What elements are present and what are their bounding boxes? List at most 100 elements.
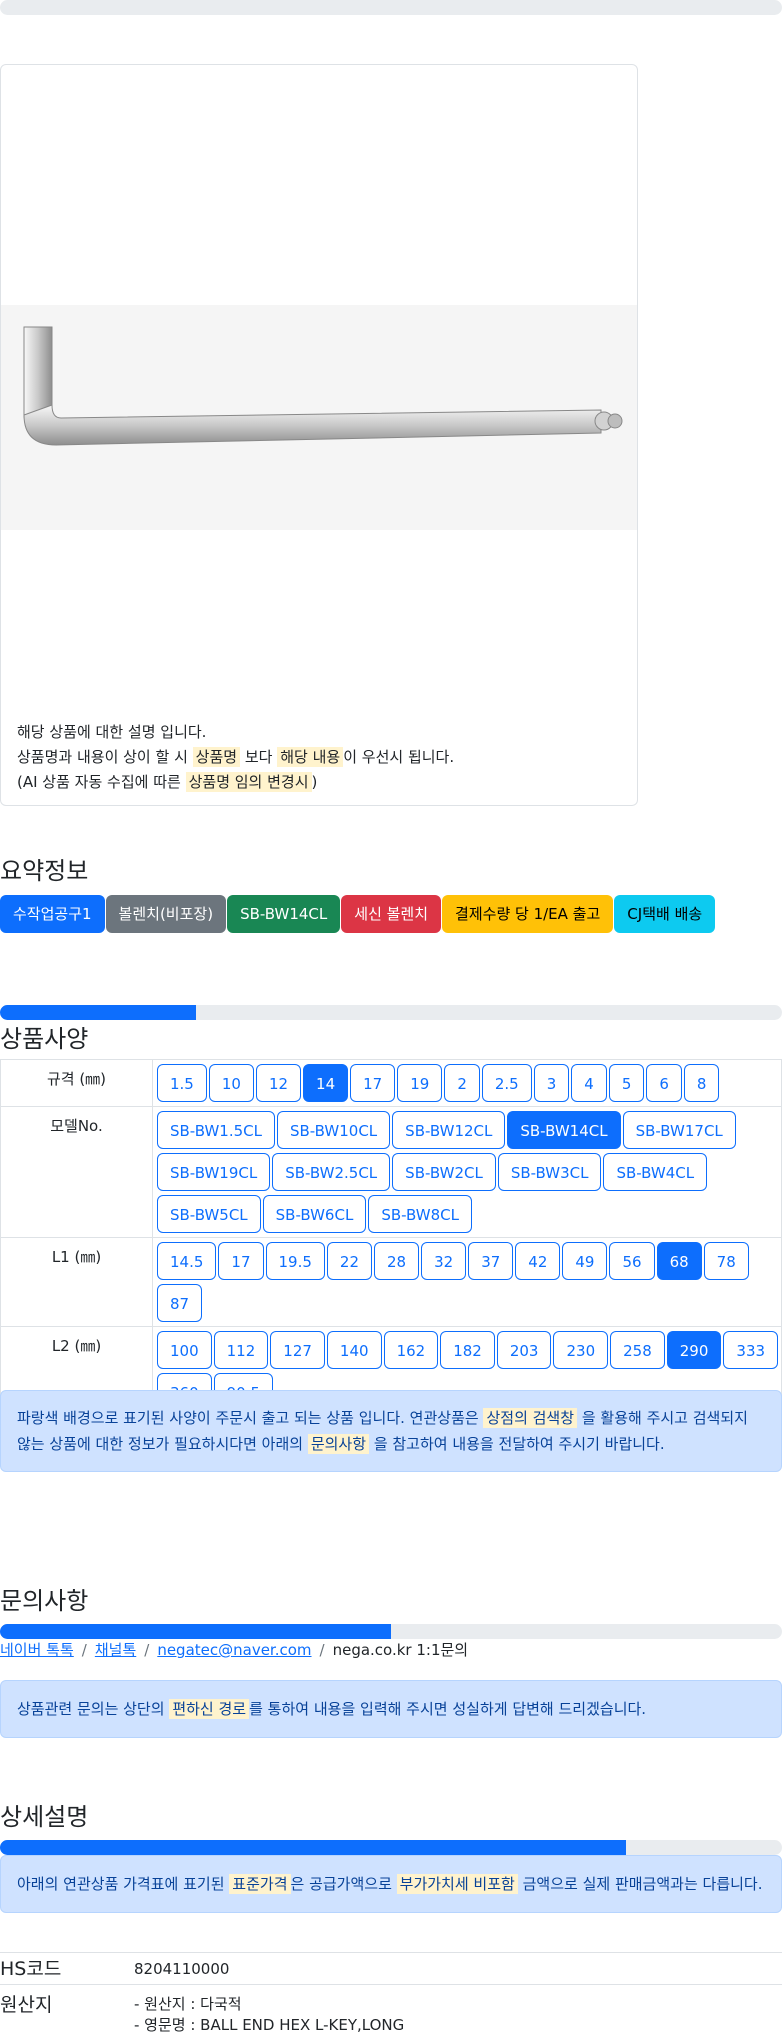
summary-badge: 세신 볼렌치 xyxy=(341,895,442,933)
spec-option-button[interactable]: 42 xyxy=(515,1242,561,1280)
detail-title: 상세설명 xyxy=(0,1803,89,1831)
highlight-inquiry: 문의사항 xyxy=(307,1434,370,1454)
highlight-product-name: 상품명 xyxy=(192,747,241,767)
spec-option-button[interactable]: 49 xyxy=(562,1242,608,1280)
spec-option-button[interactable]: 290 xyxy=(666,1331,722,1369)
summary-title: 요약정보 xyxy=(0,857,89,885)
summary-badge: CJ택배 배송 xyxy=(614,895,716,933)
spec-option-button[interactable]: 3 xyxy=(533,1064,570,1102)
spec-notice: 파랑색 배경으로 표기된 사양이 주문시 출고 되는 상품 입니다. 연관상품은… xyxy=(0,1390,782,1472)
origin-english-name: - 영문명 : BALL END HEX L-KEY,LONG xyxy=(134,2016,405,2034)
spec-option-button[interactable]: SB-BW12CL xyxy=(392,1111,506,1149)
spec-row: L1 (㎜) 14.5 17 19.5 22 28 32 37 42 49 56 68 78 87 xyxy=(0,1237,782,1327)
highlight-convenient-route: 편하신 경로 xyxy=(169,1699,250,1719)
spec-row-options: 14.5 17 19.5 22 28 32 37 42 49 56 68 78 87 xyxy=(152,1237,782,1327)
spec-progress-bar xyxy=(0,1005,782,1020)
spec-option-button[interactable]: 100 xyxy=(157,1331,212,1369)
inquiry-progress-fill xyxy=(0,1624,391,1639)
spec-option-button[interactable]: 17 xyxy=(218,1242,264,1280)
spec-option-button[interactable]: 2 xyxy=(444,1064,480,1102)
spec-option-button[interactable]: SB-BW6CL xyxy=(262,1195,367,1233)
spec-row-label: 규격 (㎜) xyxy=(0,1059,153,1107)
spec-option-button[interactable]: 12 xyxy=(255,1064,302,1102)
highlight-name-change: 상품명 임의 변경시 xyxy=(185,772,312,792)
origin-row: 원산지 - 원산지 : 다국적 - 영문명 : BALL END HEX L-K… xyxy=(0,1984,782,2037)
spec-option-button[interactable]: SB-BW4CL xyxy=(603,1153,708,1191)
spec-option-button[interactable]: 127 xyxy=(270,1331,325,1369)
summary-badge: SB-BW14CL xyxy=(227,895,341,933)
spec-option-button[interactable]: 37 xyxy=(468,1242,514,1280)
spec-option-button[interactable]: SB-BW3CL xyxy=(497,1153,602,1191)
spec-option-button[interactable]: SB-BW1.5CL xyxy=(157,1111,275,1149)
spec-option-button[interactable]: 68 xyxy=(656,1242,702,1280)
spec-table: 규격 (㎜) 1.5 10 12 14 17 19 2 2.5 3 4 5 6 8 모델No. SB-BW1.… xyxy=(0,1059,782,1416)
origin-values: - 원산지 : 다국적 - 영문명 : BALL END HEX L-KEY,L… xyxy=(134,1994,404,2036)
spec-option-button[interactable]: 19.5 xyxy=(265,1242,325,1280)
website-inquiry: nega.co.kr 1:1문의 xyxy=(332,1641,469,1659)
hs-code-label: HS코드 xyxy=(0,1958,62,1980)
detail-progress-bar xyxy=(0,1840,782,1855)
spec-option-button[interactable]: SB-BW17CL xyxy=(622,1111,736,1149)
spec-option-button[interactable]: 230 xyxy=(553,1331,609,1369)
spec-option-button[interactable]: 140 xyxy=(326,1331,382,1369)
spec-row-label: 모델No. xyxy=(0,1106,153,1238)
highlight-content: 해당 내용 xyxy=(277,747,344,767)
inquiry-title: 문의사항 xyxy=(0,1587,89,1615)
naver-talk-link[interactable]: 네이버 톡톡 xyxy=(0,1641,74,1659)
spec-row-options: SB-BW1.5CL SB-BW10CL SB-BW12CL SB-BW14CL SB-… xyxy=(152,1106,782,1238)
spec-option-button[interactable]: SB-BW5CL xyxy=(157,1195,261,1233)
top-divider-bar xyxy=(0,0,782,15)
spec-option-button[interactable]: 14 xyxy=(303,1064,349,1102)
origin-label: 원산지 xyxy=(0,1994,53,2016)
spec-option-button[interactable]: SB-BW19CL xyxy=(157,1153,271,1191)
spec-option-button[interactable]: 162 xyxy=(383,1331,439,1369)
spec-option-button[interactable]: SB-BW14CL xyxy=(507,1111,621,1149)
spec-option-button[interactable]: 22 xyxy=(326,1242,372,1280)
inquiry-notice: 상품관련 문의는 상단의 편하신 경로 를 통하여 내용을 입력해 주시면 성실하… xyxy=(0,1680,782,1738)
spec-row: 규격 (㎜) 1.5 10 12 14 17 19 2 2.5 3 4 5 6 8 xyxy=(0,1059,782,1107)
spec-row-label: L1 (㎜) xyxy=(0,1237,153,1327)
product-image xyxy=(1,305,637,530)
spec-option-button[interactable]: 258 xyxy=(610,1331,665,1369)
spec-option-button[interactable]: 87 xyxy=(157,1284,203,1322)
origin-country: - 원산지 : 다국적 xyxy=(134,1995,242,2013)
spec-option-button[interactable]: SB-BW10CL xyxy=(276,1111,391,1149)
spec-option-button[interactable]: 203 xyxy=(496,1331,552,1369)
summary-badge: 볼렌치(비포장) xyxy=(105,895,227,933)
spec-option-button[interactable]: 19 xyxy=(397,1064,443,1102)
spec-option-button[interactable]: 182 xyxy=(440,1331,495,1369)
email-link[interactable]: negatec@naver.com xyxy=(157,1641,311,1659)
spec-option-button[interactable]: 6 xyxy=(646,1064,682,1102)
spec-option-button[interactable]: 333 xyxy=(723,1331,779,1369)
detail-notice: 아래의 연관상품 가격표에 표기된 표준가격 은 공급가액으로 부가가치세 비포함… xyxy=(0,1855,782,1913)
spec-option-button[interactable]: 14.5 xyxy=(157,1242,217,1280)
spec-option-button[interactable]: 56 xyxy=(609,1242,655,1280)
spec-option-button[interactable]: 28 xyxy=(374,1242,420,1280)
highlight-standard-price: 표준가격 xyxy=(229,1874,291,1894)
spec-option-button[interactable]: SB-BW2CL xyxy=(392,1153,496,1191)
spec-row-options: 1.5 10 12 14 17 19 2 2.5 3 4 5 6 8 xyxy=(152,1059,782,1107)
spec-option-button[interactable]: 4 xyxy=(571,1064,607,1102)
spec-option-button[interactable]: 5 xyxy=(608,1064,645,1102)
hs-code-row: HS코드 8204110000 xyxy=(0,1952,782,1985)
spec-option-button[interactable]: SB-BW8CL xyxy=(368,1195,472,1233)
highlight-vat-excluded: 부가가치세 비포함 xyxy=(396,1874,518,1894)
desc-line-2: 상품명과 내용이 상이 할 시 상품명 보다 해당 내용 이 우선시 됩니다. xyxy=(17,747,455,767)
spec-option-button[interactable]: 8 xyxy=(683,1064,720,1102)
spec-option-button[interactable]: SB-BW2.5CL xyxy=(272,1153,391,1191)
spec-option-button[interactable]: 10 xyxy=(208,1064,254,1102)
spec-option-button[interactable]: 112 xyxy=(213,1331,269,1369)
inquiry-links: 네이버 톡톡 / 채널톡 / negatec@naver.com / nega.co.kr … xyxy=(0,1641,469,1659)
spec-option-button[interactable]: 1.5 xyxy=(157,1064,207,1102)
desc-line-1: 해당 상품에 대한 설명 입니다. xyxy=(17,723,207,741)
summary-badges: 수작업공구1 볼렌치(비포장) SB-BW14CL 세신 볼렌치 결제수량 당 1/EA… xyxy=(0,895,716,933)
spec-option-button[interactable]: 17 xyxy=(350,1064,396,1102)
detail-progress-fill xyxy=(0,1840,626,1855)
product-card: 해당 상품에 대한 설명 입니다. 상품명과 내용이 상이 할 시 상품명 보다… xyxy=(0,64,638,806)
spec-option-button[interactable]: 78 xyxy=(703,1242,749,1280)
spec-option-button[interactable]: 2.5 xyxy=(481,1064,532,1102)
spec-option-button[interactable]: 32 xyxy=(421,1242,467,1280)
channel-talk-link[interactable]: 채널톡 xyxy=(95,1641,136,1659)
spec-row: 모델No. SB-BW1.5CL SB-BW10CL SB-BW12CL SB-BW14… xyxy=(0,1106,782,1238)
product-description: 해당 상품에 대한 설명 입니다. 상품명과 내용이 상이 할 시 상품명 보다… xyxy=(17,720,454,795)
